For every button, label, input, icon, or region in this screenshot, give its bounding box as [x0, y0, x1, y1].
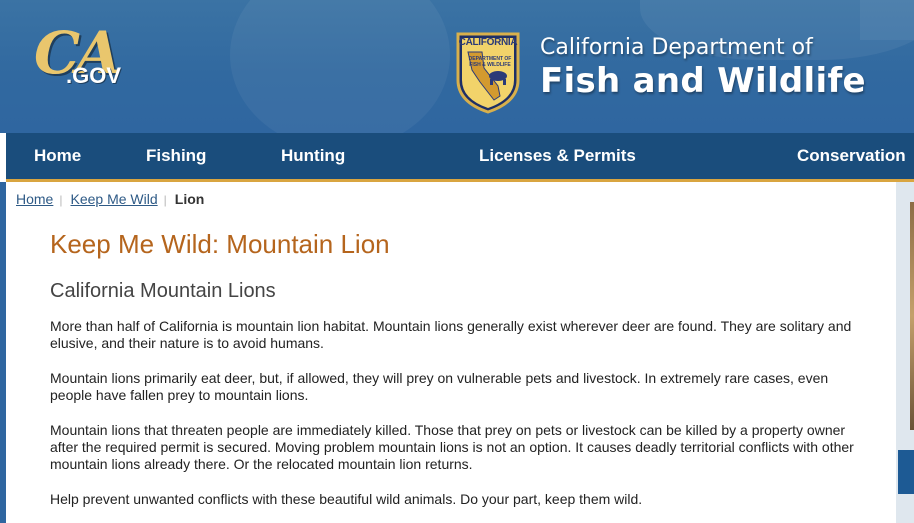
- ca-logo-suffix: .GOV: [66, 63, 122, 88]
- paragraph-threats: Mountain lions that threaten people are …: [50, 422, 854, 472]
- site-header: CA .GOV CALIFORNIA DEPARTMENT OF FISH & …: [0, 0, 914, 133]
- breadcrumb-home-link[interactable]: Home: [16, 191, 53, 207]
- agency-title-line2: Fish and Wildlife: [540, 61, 866, 101]
- dfw-badge-logo[interactable]: CALIFORNIA DEPARTMENT OF FISH & WILDLIFE: [454, 30, 522, 114]
- main-nav: Home Fishing Hunting Licenses & Permits …: [6, 133, 914, 182]
- nav-item-licenses-permits[interactable]: Licenses & Permits: [479, 133, 636, 179]
- sidebar-blue-panel: [898, 450, 914, 494]
- breadcrumb-separator: |: [163, 193, 167, 207]
- page-title: Keep Me Wild: Mountain Lion: [50, 229, 390, 259]
- section-heading: California Mountain Lions: [50, 280, 276, 302]
- breadcrumb-current: Lion: [174, 191, 205, 207]
- sidebar-photo[interactable]: [910, 202, 914, 430]
- breadcrumb-separator: |: [59, 193, 63, 207]
- nav-item-home[interactable]: Home: [34, 133, 81, 179]
- nav-item-fishing[interactable]: Fishing: [146, 133, 206, 179]
- badge-inner-text: DEPARTMENT OF FISH & WILDLIFE: [468, 56, 512, 68]
- header-texture: [230, 0, 450, 133]
- agency-title-line1: California Department of: [540, 35, 813, 60]
- agency-title[interactable]: California Department of Fish and Wildli…: [540, 34, 866, 100]
- badge-top-text: CALIFORNIA: [458, 37, 518, 48]
- breadcrumb: Home | Keep Me Wild | Lion: [16, 190, 204, 208]
- paragraph-diet: Mountain lions primarily eat deer, but, …: [50, 370, 829, 403]
- paragraph-keep-wild: Help prevent unwanted conflicts with the…: [50, 491, 643, 507]
- nav-item-conservation[interactable]: Conservation: [797, 133, 906, 179]
- ca-gov-logo[interactable]: CA .GOV: [34, 22, 144, 94]
- nav-item-hunting[interactable]: Hunting: [281, 133, 345, 179]
- header-texture: [860, 0, 914, 40]
- paragraph-habitat: More than half of California is mountain…: [50, 318, 852, 351]
- breadcrumb-keep-me-wild-link[interactable]: Keep Me Wild: [70, 191, 157, 207]
